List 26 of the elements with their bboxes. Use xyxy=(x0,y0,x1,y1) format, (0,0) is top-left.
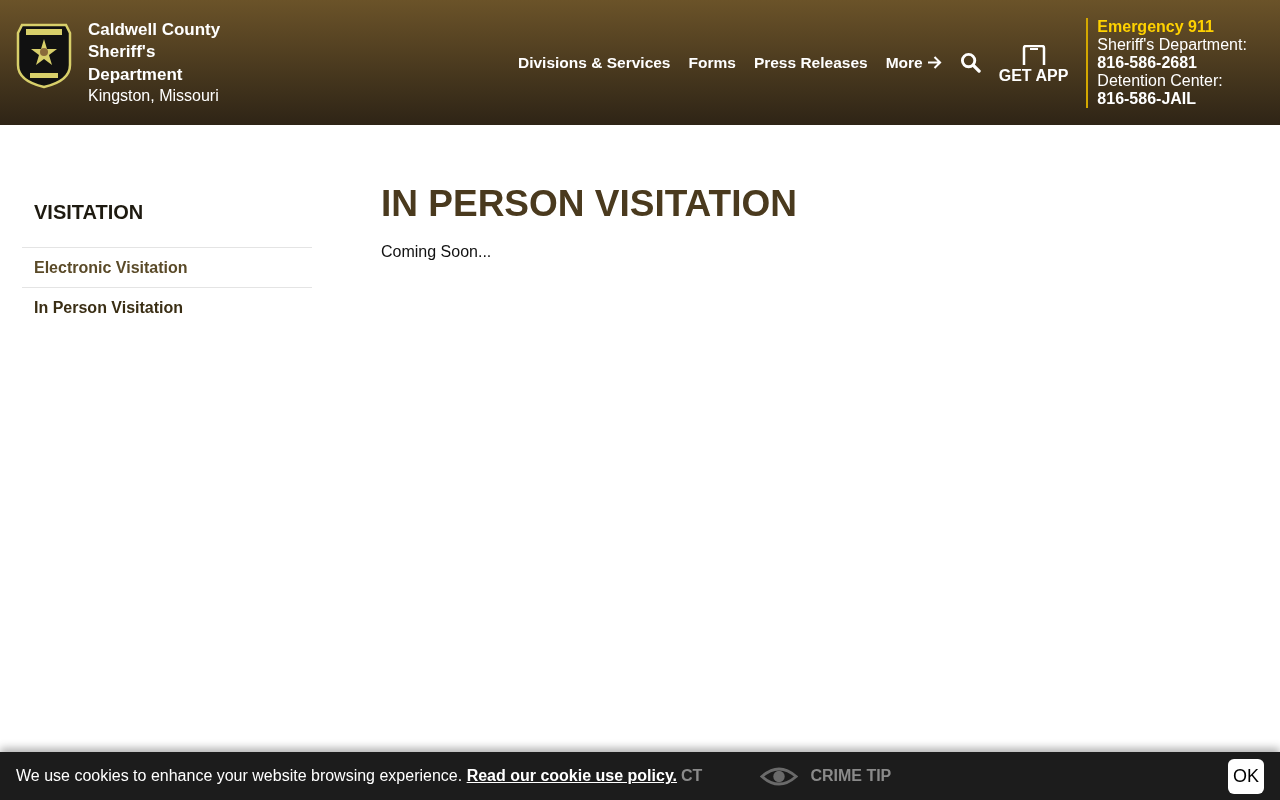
cookie-policy-link[interactable]: Read our cookie use policy. xyxy=(466,767,678,784)
site-title[interactable]: Caldwell County Sheriff's Department xyxy=(88,18,248,87)
phone-number[interactable]: 816-586-JAIL xyxy=(1097,89,1247,108)
more-link[interactable]: More xyxy=(885,53,942,72)
nav-link[interactable]: Divisions & Services xyxy=(518,53,671,72)
contact-link[interactable]: CT xyxy=(681,767,703,785)
body-text: Coming Soon... xyxy=(381,243,493,261)
sidebar-link[interactable]: In Person Visitation xyxy=(22,287,312,327)
site-location: Kingston, Missouri xyxy=(88,86,220,107)
nav-link[interactable]: Press Releases xyxy=(753,53,868,72)
ok-button[interactable]: OK xyxy=(1228,758,1264,794)
crime-tip-link[interactable]: CRIME TIP xyxy=(810,767,892,785)
nav-link[interactable]: Forms xyxy=(688,53,736,72)
sidebar-link[interactable]: Electronic Visitation xyxy=(22,247,312,287)
arrow-icon xyxy=(926,56,942,69)
emergency-number[interactable]: Emergency 911 xyxy=(1097,17,1247,36)
phone-icon xyxy=(1021,44,1046,65)
contact-label: Sheriff's Department: xyxy=(1097,35,1247,54)
page-title: IN PERSON VISITATION xyxy=(381,183,797,225)
contact-label: Detention Center: xyxy=(1097,71,1224,90)
eye-icon[interactable] xyxy=(760,764,799,788)
cookie-notice: We use cookies to enhance your website browsing experience. Read our cookie use policy. xyxy=(16,767,678,785)
phone-number[interactable]: 816-586-2681 xyxy=(1097,53,1247,72)
sidebar-heading: VISITATION xyxy=(33,200,145,225)
get-app-button[interactable]: GET APP xyxy=(998,44,1069,85)
search-icon[interactable] xyxy=(959,52,981,73)
